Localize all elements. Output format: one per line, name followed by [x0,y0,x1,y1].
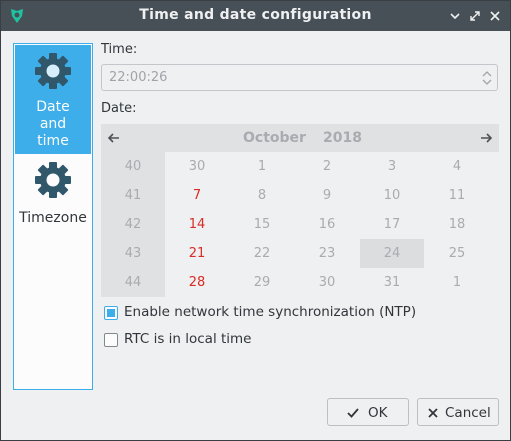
sidebar-item-timezone[interactable]: Timezone [15,156,91,232]
calendar-day[interactable]: 25 [425,239,489,268]
ok-button[interactable]: OK [327,398,409,426]
cancel-button[interactable]: Cancel [417,398,499,426]
date-label: Date: [101,101,137,116]
cancel-button-label: Cancel [445,405,491,421]
sidebar-item-label-line3: time [37,133,69,149]
sidebar: Date and time Timezone [13,43,93,390]
week-number: 44 [124,275,142,290]
sidebar-item-label: Timezone [19,210,87,226]
maximize-icon[interactable] [467,8,483,24]
calendar-day[interactable]: 1 [425,268,489,297]
rtc-label[interactable]: RTC is in local time [124,331,252,347]
arrow-right-icon[interactable] [478,130,494,146]
calendar-day-today[interactable]: 24 [360,239,424,268]
calendar-day[interactable]: 22 [230,239,294,268]
ntp-label[interactable]: Enable network time synchronization (NTP… [124,304,416,320]
arrow-left-icon[interactable] [106,130,122,146]
calendar-header: October 2018 [101,124,499,152]
gear-icon [35,53,71,89]
week-number: 43 [124,246,142,261]
calendar-day[interactable]: 4 [425,152,489,181]
time-label: Time: [101,42,138,57]
rtc-checkbox[interactable] [104,333,118,347]
calendar-day[interactable]: 23 [295,239,359,268]
gear-icon [35,162,71,198]
calendar-day[interactable]: 21 [165,239,229,268]
dialog-window: Time and date configuration Date and tim… [0,0,511,441]
calendar-day[interactable]: 30 [165,152,229,181]
calendar-day[interactable]: 29 [230,268,294,297]
calendar-day[interactable]: 17 [360,210,424,239]
calendar-year[interactable]: 2018 [323,130,362,146]
calendar-day[interactable]: 14 [165,210,229,239]
ok-button-label: OK [368,405,388,421]
calendar-day[interactable]: 11 [425,181,489,210]
close-icon [428,408,438,418]
checkmark-icon [347,408,359,418]
minimize-icon[interactable] [447,8,463,24]
window-title: Time and date configuration [139,7,372,23]
calendar-day[interactable]: 7 [165,181,229,210]
week-number: 40 [124,159,142,174]
week-number: 42 [124,217,142,232]
close-icon[interactable] [487,8,503,24]
calendar-day[interactable]: 18 [425,210,489,239]
calendar-day[interactable]: 2 [295,152,359,181]
calendar-day[interactable]: 28 [165,268,229,297]
calendar-day[interactable]: 30 [295,268,359,297]
calendar-day[interactable]: 3 [360,152,424,181]
week-number: 41 [124,188,142,203]
ntp-checkbox[interactable] [104,306,118,320]
calendar-month[interactable]: October [243,130,306,146]
sidebar-item-label-line1: Date [36,99,70,115]
calendar-day[interactable]: 16 [295,210,359,239]
calendar-day[interactable]: 9 [295,181,359,210]
time-field[interactable]: 22:00:26 [101,64,498,91]
calendar-day[interactable]: 1 [230,152,294,181]
time-value: 22:00:26 [109,70,168,85]
calendar-day[interactable]: 15 [230,210,294,239]
calendar-grid: 40 30 1 2 3 4 41 7 8 9 10 11 42 14 15 16… [101,152,499,297]
calendar-day[interactable]: 8 [230,181,294,210]
calendar-day[interactable]: 10 [360,181,424,210]
sidebar-item-label-line2: and [39,116,67,132]
spin-arrows-icon[interactable] [481,68,493,88]
title-bar[interactable]: Time and date configuration [1,1,510,31]
calendar-day[interactable]: 31 [360,268,424,297]
sidebar-item-date-and-time[interactable]: Date and time [15,45,91,154]
